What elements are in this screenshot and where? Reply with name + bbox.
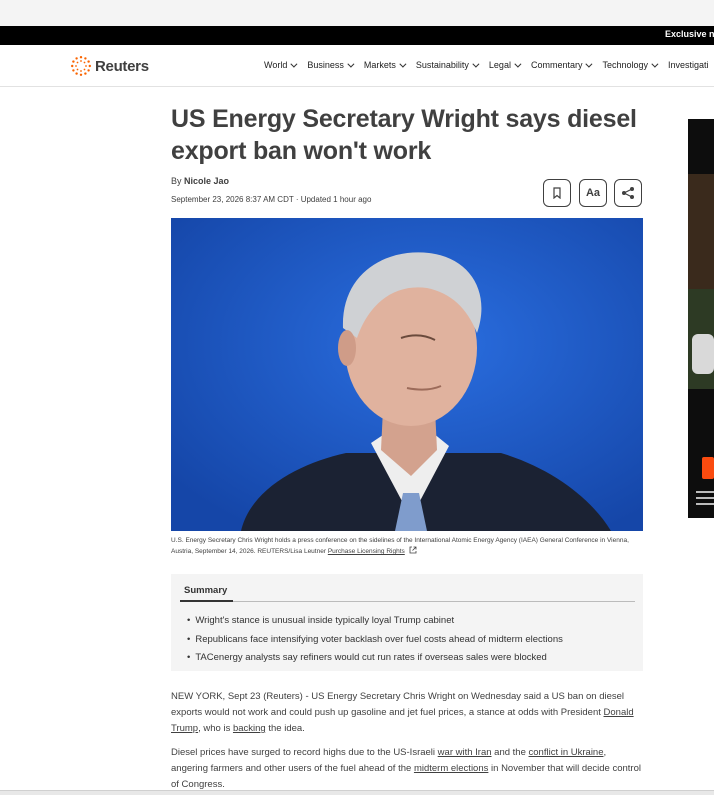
share-button[interactable] (614, 179, 642, 207)
purchase-licensing-link[interactable]: Purchase Licensing Rights (328, 548, 405, 555)
logo-wordmark: Reuters (95, 57, 149, 75)
paragraph-text: Diesel prices have surged to record high… (171, 747, 438, 758)
chevron-down-icon (514, 60, 522, 68)
share-icon (622, 187, 634, 199)
paragraph-text: NEW YORK, Sept 23 (Reuters) - US Energy … (171, 691, 625, 718)
paragraph-text: and the (491, 747, 529, 758)
article-paragraph-1: NEW YORK, Sept 23 (Reuters) - US Energy … (171, 689, 643, 737)
war-with-iran-link[interactable]: war with Iran (438, 747, 492, 758)
midterm-elections-link[interactable]: midterm elections (414, 763, 488, 774)
summary-bullet: Republicans face intensifying voter back… (187, 631, 563, 650)
article-headline: US Energy Secretary Wright says diesel e… (171, 105, 637, 165)
paragraph-text: , who is (198, 723, 233, 734)
summary-title: Summary (184, 585, 228, 596)
font-size-button[interactable]: Aa (579, 179, 607, 207)
ad-image (688, 119, 714, 518)
bookmark-icon (553, 187, 561, 199)
reuters-logo[interactable]: Reuters (70, 55, 149, 77)
nav-item-technology[interactable]: Technology (602, 60, 659, 70)
byline: By Nicole Jao (171, 176, 229, 186)
site-header: Reuters World Business Markets Sustainab… (0, 45, 714, 87)
backing-link[interactable]: backing (233, 723, 266, 734)
chevron-down-icon (399, 60, 407, 68)
summary-list: Wright's stance is unusual inside typica… (187, 612, 563, 668)
conflict-in-ukraine-link[interactable]: conflict in Ukraine (529, 747, 604, 758)
article-paragraph-2: Diesel prices have surged to record high… (171, 745, 643, 793)
nav-item-commentary[interactable]: Commentary (530, 60, 593, 70)
summary-title-underline (180, 600, 233, 602)
byline-prefix: By (171, 176, 182, 186)
portrait-image (171, 218, 643, 531)
chevron-down-icon (290, 60, 298, 68)
chevron-down-icon (651, 60, 659, 68)
side-advertisement[interactable] (688, 119, 714, 518)
nav-label: Legal (488, 60, 511, 70)
bottom-edge (0, 790, 714, 795)
chevron-down-icon (472, 60, 480, 68)
nav-item-sustainability[interactable]: Sustainability (415, 60, 480, 70)
author-link[interactable]: Nicole Jao (184, 176, 229, 186)
chevron-down-icon (585, 60, 593, 68)
article-photo[interactable] (171, 218, 643, 531)
browser-top-gap (0, 0, 714, 26)
nav-label: World (264, 60, 288, 70)
summary-bullet: TACenergy analysts say refiners would cu… (187, 649, 563, 668)
summary-bullet: Wright's stance is unusual inside typica… (187, 612, 563, 631)
nav-label: Commentary (530, 60, 583, 70)
reuters-logo-icon (71, 56, 91, 76)
exclusive-news-text[interactable]: Exclusive ne (665, 29, 714, 39)
external-link-icon (409, 546, 416, 554)
nav-item-legal[interactable]: Legal (488, 60, 522, 70)
main-nav: World Business Markets Sustainability Le… (264, 60, 714, 70)
nav-label: Technology (602, 60, 649, 70)
nav-item-markets[interactable]: Markets (363, 60, 407, 70)
nav-label: Investigati (668, 60, 709, 70)
nav-item-business[interactable]: Business (307, 60, 355, 70)
nav-item-world[interactable]: World (264, 60, 298, 70)
breaking-news-bar[interactable]: Exclusive ne (0, 26, 714, 45)
chevron-down-icon (347, 60, 355, 68)
article-dateline: September 23, 2026 8:37 AM CDT · Updated… (171, 195, 372, 204)
nav-label: Business (307, 60, 344, 70)
nav-item-investigations[interactable]: Investigati (668, 60, 709, 70)
summary-divider (180, 601, 635, 602)
bookmark-button[interactable] (543, 179, 571, 207)
nav-label: Sustainability (415, 60, 469, 70)
paragraph-text: the idea. (265, 723, 305, 734)
photo-caption: U.S. Energy Secretary Chris Wright holds… (171, 535, 643, 557)
nav-label: Markets (363, 60, 396, 70)
summary-box: Summary Wright's stance is unusual insid… (171, 574, 643, 671)
